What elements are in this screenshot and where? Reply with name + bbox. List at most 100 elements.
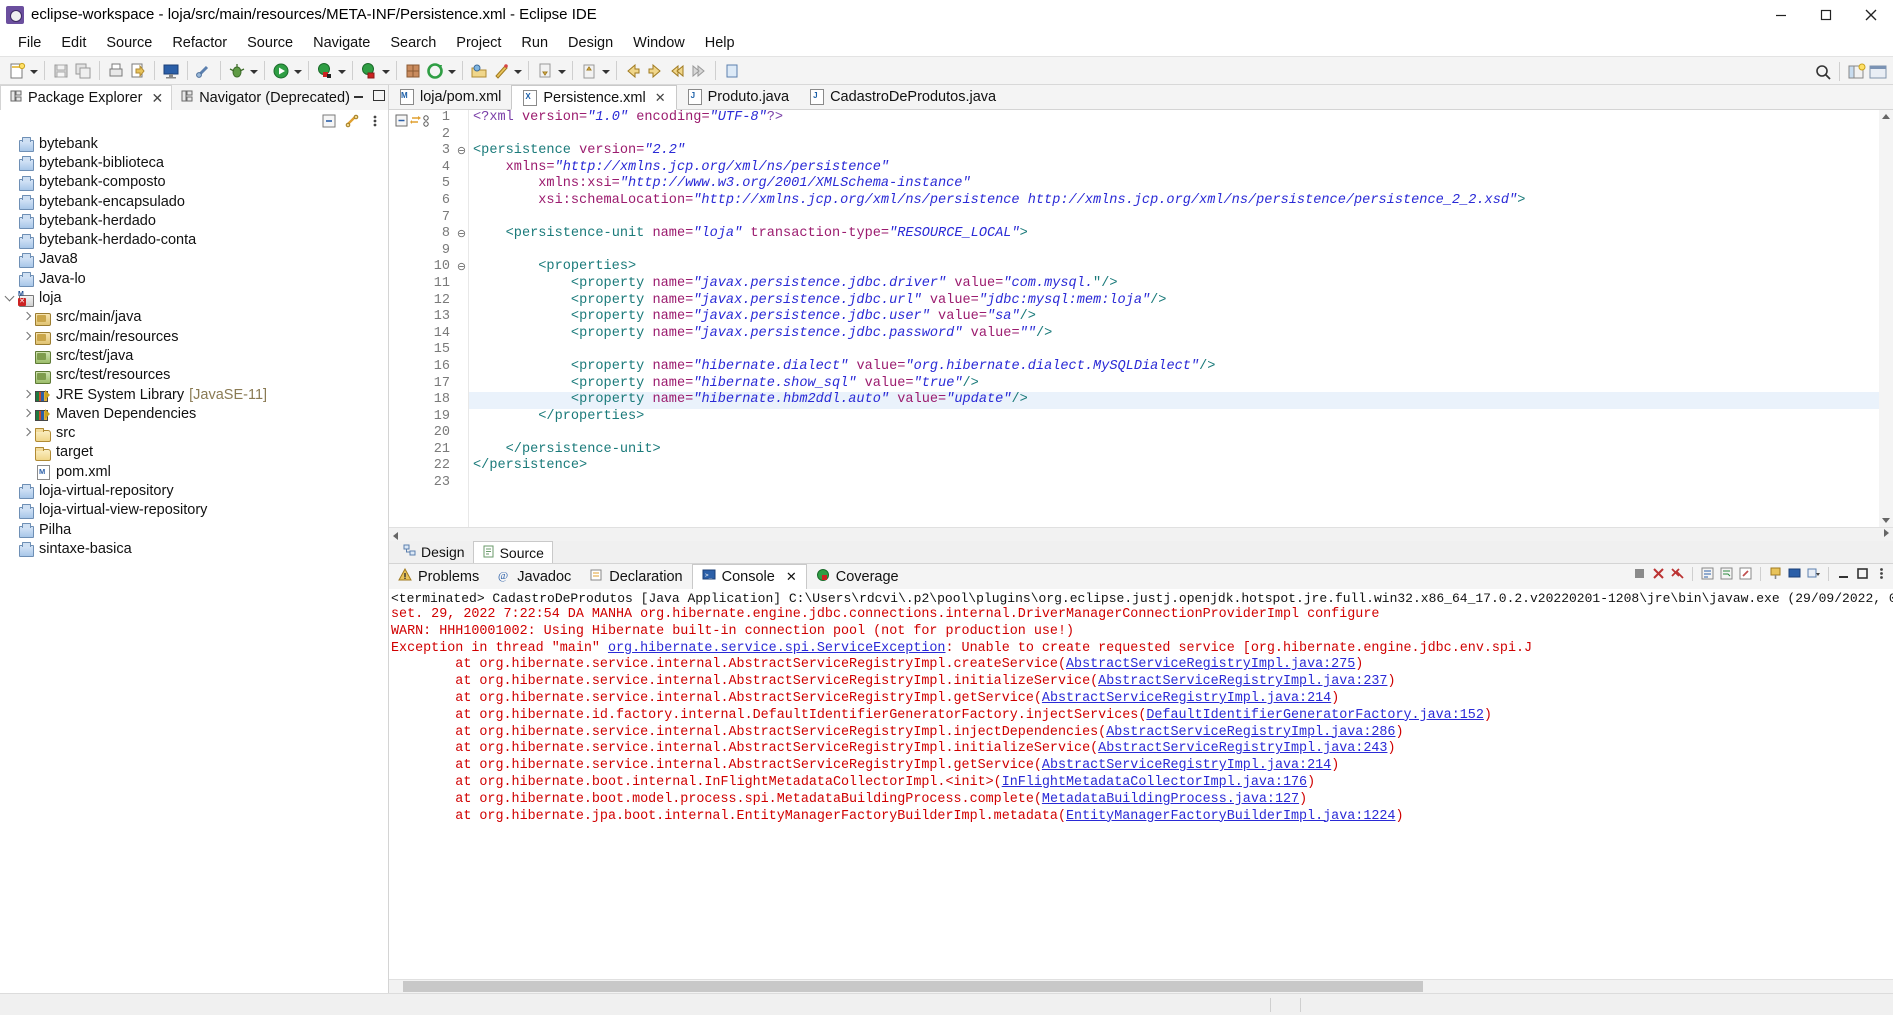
terminate-icon[interactable] [1632,566,1647,581]
java-perspective-icon[interactable] [1868,62,1888,82]
stacktrace-link[interactable]: MetadataBuildingProcess.java:127 [1042,792,1299,807]
code-line[interactable]: <property name="hibernate.show_sql" valu… [469,376,1879,393]
view-menu-icon[interactable] [368,114,382,128]
profile-icon[interactable] [359,61,379,81]
console-horizontal-scrollbar[interactable] [389,979,1893,993]
console-panel-tab-console[interactable]: >_ Console ✕ [691,564,807,589]
run-icon[interactable] [271,61,291,81]
menu-item-source[interactable]: Source [96,32,162,54]
project-tree[interactable]: bytebank bytebank-biblioteca bytebank-comp… [0,132,388,993]
console-output[interactable]: set. 29, 2022 7:22:54 DA MANHÃ org.hiber… [389,607,1893,979]
stacktrace-link[interactable]: AbstractServiceRegistryImpl.java:237 [1098,674,1387,689]
console-panel-tab-problems[interactable]: Problems [389,564,488,589]
open-type-icon[interactable] [469,61,489,81]
menu-item-refactor[interactable]: Refactor [162,32,237,54]
scroll-up-arrow-icon[interactable] [1882,114,1890,119]
maximize-button[interactable] [1803,0,1848,30]
view-tab-navigator-deprecated[interactable]: Navigator (Deprecated) [172,85,358,110]
maximize-panel-icon[interactable] [1855,566,1870,581]
tree-item[interactable]: src/test/java [0,346,388,365]
minimize-view-icon[interactable] [353,88,366,101]
console-panel-tab-declaration[interactable]: Declaration [580,564,691,589]
fold-column[interactable]: ⊖ ⊖ ⊖ [455,110,468,527]
code-line[interactable]: <persistence-unit name="loja" transactio… [469,226,1879,243]
pin-editor-icon[interactable] [722,61,742,81]
collapse-all-icon[interactable] [395,114,409,128]
code-line[interactable] [469,210,1879,227]
tree-item[interactable]: loja-virtual-view-repository [0,501,388,520]
code-line[interactable] [469,475,1879,492]
pin-console-icon[interactable] [1768,566,1783,581]
tree-item[interactable]: bytebank [0,134,388,153]
scroll-left-arrow-icon[interactable] [389,528,403,541]
code-line[interactable]: <property name="javax.persistence.jdbc.u… [469,309,1879,326]
remove-all-terminated-icon[interactable] [1670,566,1685,581]
tree-item[interactable]: src/main/resources [0,327,388,346]
code-line[interactable]: </persistence-unit> [469,442,1879,459]
new-wizard-icon[interactable] [7,61,27,81]
menu-item-window[interactable]: Window [623,32,695,54]
previous-annotation-dropdown[interactable] [600,61,611,81]
menu-item-source[interactable]: Source [237,32,303,54]
stacktrace-link[interactable]: AbstractServiceRegistryImpl.java:243 [1098,741,1387,756]
tree-item[interactable]: bytebank-biblioteca [0,153,388,172]
code-line[interactable]: <properties> [469,259,1879,276]
stacktrace-link[interactable]: AbstractServiceRegistryImpl.java:286 [1106,725,1395,740]
stacktrace-link[interactable]: InFlightMetadataCollectorImpl.java:176 [1002,775,1307,790]
new-java-package-icon[interactable] [403,61,423,81]
export-icon[interactable] [128,61,148,81]
tree-item[interactable]: pom.xml [0,462,388,481]
coverage-dropdown[interactable] [336,61,347,81]
forward-history-icon[interactable] [689,61,709,81]
menu-item-file[interactable]: File [8,32,51,54]
close-icon[interactable]: ✕ [786,569,797,585]
tree-item[interactable]: bytebank-encapsulado [0,192,388,211]
chevron-right-icon[interactable] [21,330,34,344]
console-panel-tab-javadoc[interactable]: @ Javadoc [488,564,580,589]
quick-access-search-icon[interactable] [1813,62,1833,82]
menu-item-project[interactable]: Project [446,32,511,54]
profile-dropdown[interactable] [380,61,391,81]
editor-tab-loja-pom-xml[interactable]: loja/pom.xml [389,84,512,109]
console-panel-tab-coverage[interactable]: Coverage [807,564,908,589]
stacktrace-link[interactable]: DefaultIdentifierGeneratorFactory.java:1… [1146,708,1484,723]
stacktrace-link[interactable]: EntityManagerFactoryBuilderImpl.java:122… [1066,809,1395,824]
previous-annotation-icon[interactable] [579,61,599,81]
menu-item-run[interactable]: Run [511,32,558,54]
close-button[interactable] [1848,0,1893,30]
scroll-lock-icon[interactable] [1700,566,1715,581]
new-wizard-dropdown[interactable] [28,61,39,81]
code-line[interactable]: <property name="hibernate.hbm2ddl.auto" … [469,392,1879,409]
chevron-right-icon[interactable] [21,407,34,421]
code-line[interactable]: xmlns="http://xmlns.jcp.org/xml/ns/persi… [469,160,1879,177]
code-line[interactable]: <property name="javax.persistence.jdbc.p… [469,326,1879,343]
back-history-icon[interactable] [667,61,687,81]
tree-item[interactable]: src [0,423,388,442]
menu-item-help[interactable]: Help [695,32,745,54]
xml-editor[interactable]: 1 2 3 4 5 6 7 8 9 10 11 12 13 14 15 16 17 18 19 20 21 22 23 ⊖ ⊖… [389,110,1893,527]
tree-item[interactable]: loja-virtual-repository [0,481,388,500]
stacktrace-link[interactable]: AbstractServiceRegistryImpl.java:275 [1066,657,1355,672]
maximize-view-icon[interactable] [372,88,385,101]
remove-launch-icon[interactable] [1651,566,1666,581]
clear-console-icon[interactable] [1738,566,1753,581]
display-selected-console-icon[interactable] [1787,566,1802,581]
open-perspective-icon[interactable] [1846,62,1866,82]
chevron-right-icon[interactable] [21,426,34,440]
tree-item[interactable]: JRE System Library [JavaSE-11] [0,385,388,404]
tree-item[interactable]: Java8 [0,250,388,269]
tree-item[interactable]: ✕ loja [0,288,388,307]
tree-item[interactable]: src/test/resources [0,366,388,385]
search-dropdown[interactable] [512,61,523,81]
scroll-right-arrow-icon[interactable] [1879,528,1893,541]
minimize-button[interactable] [1758,0,1803,30]
menu-item-navigate[interactable]: Navigate [303,32,380,54]
forward-icon[interactable] [645,61,665,81]
code-content[interactable]: <?xml version="1.0" encoding="UTF-8"?> <… [468,110,1879,527]
view-tab-package-explorer[interactable]: Package Explorer ✕ [0,85,173,110]
open-console-dropdown-icon[interactable] [1806,566,1821,581]
link-with-editor-icon[interactable] [345,114,359,128]
scroll-down-arrow-icon[interactable] [1882,518,1890,523]
word-wrap-icon[interactable] [1719,566,1734,581]
stacktrace-link[interactable]: AbstractServiceRegistryImpl.java:214 [1042,758,1331,773]
